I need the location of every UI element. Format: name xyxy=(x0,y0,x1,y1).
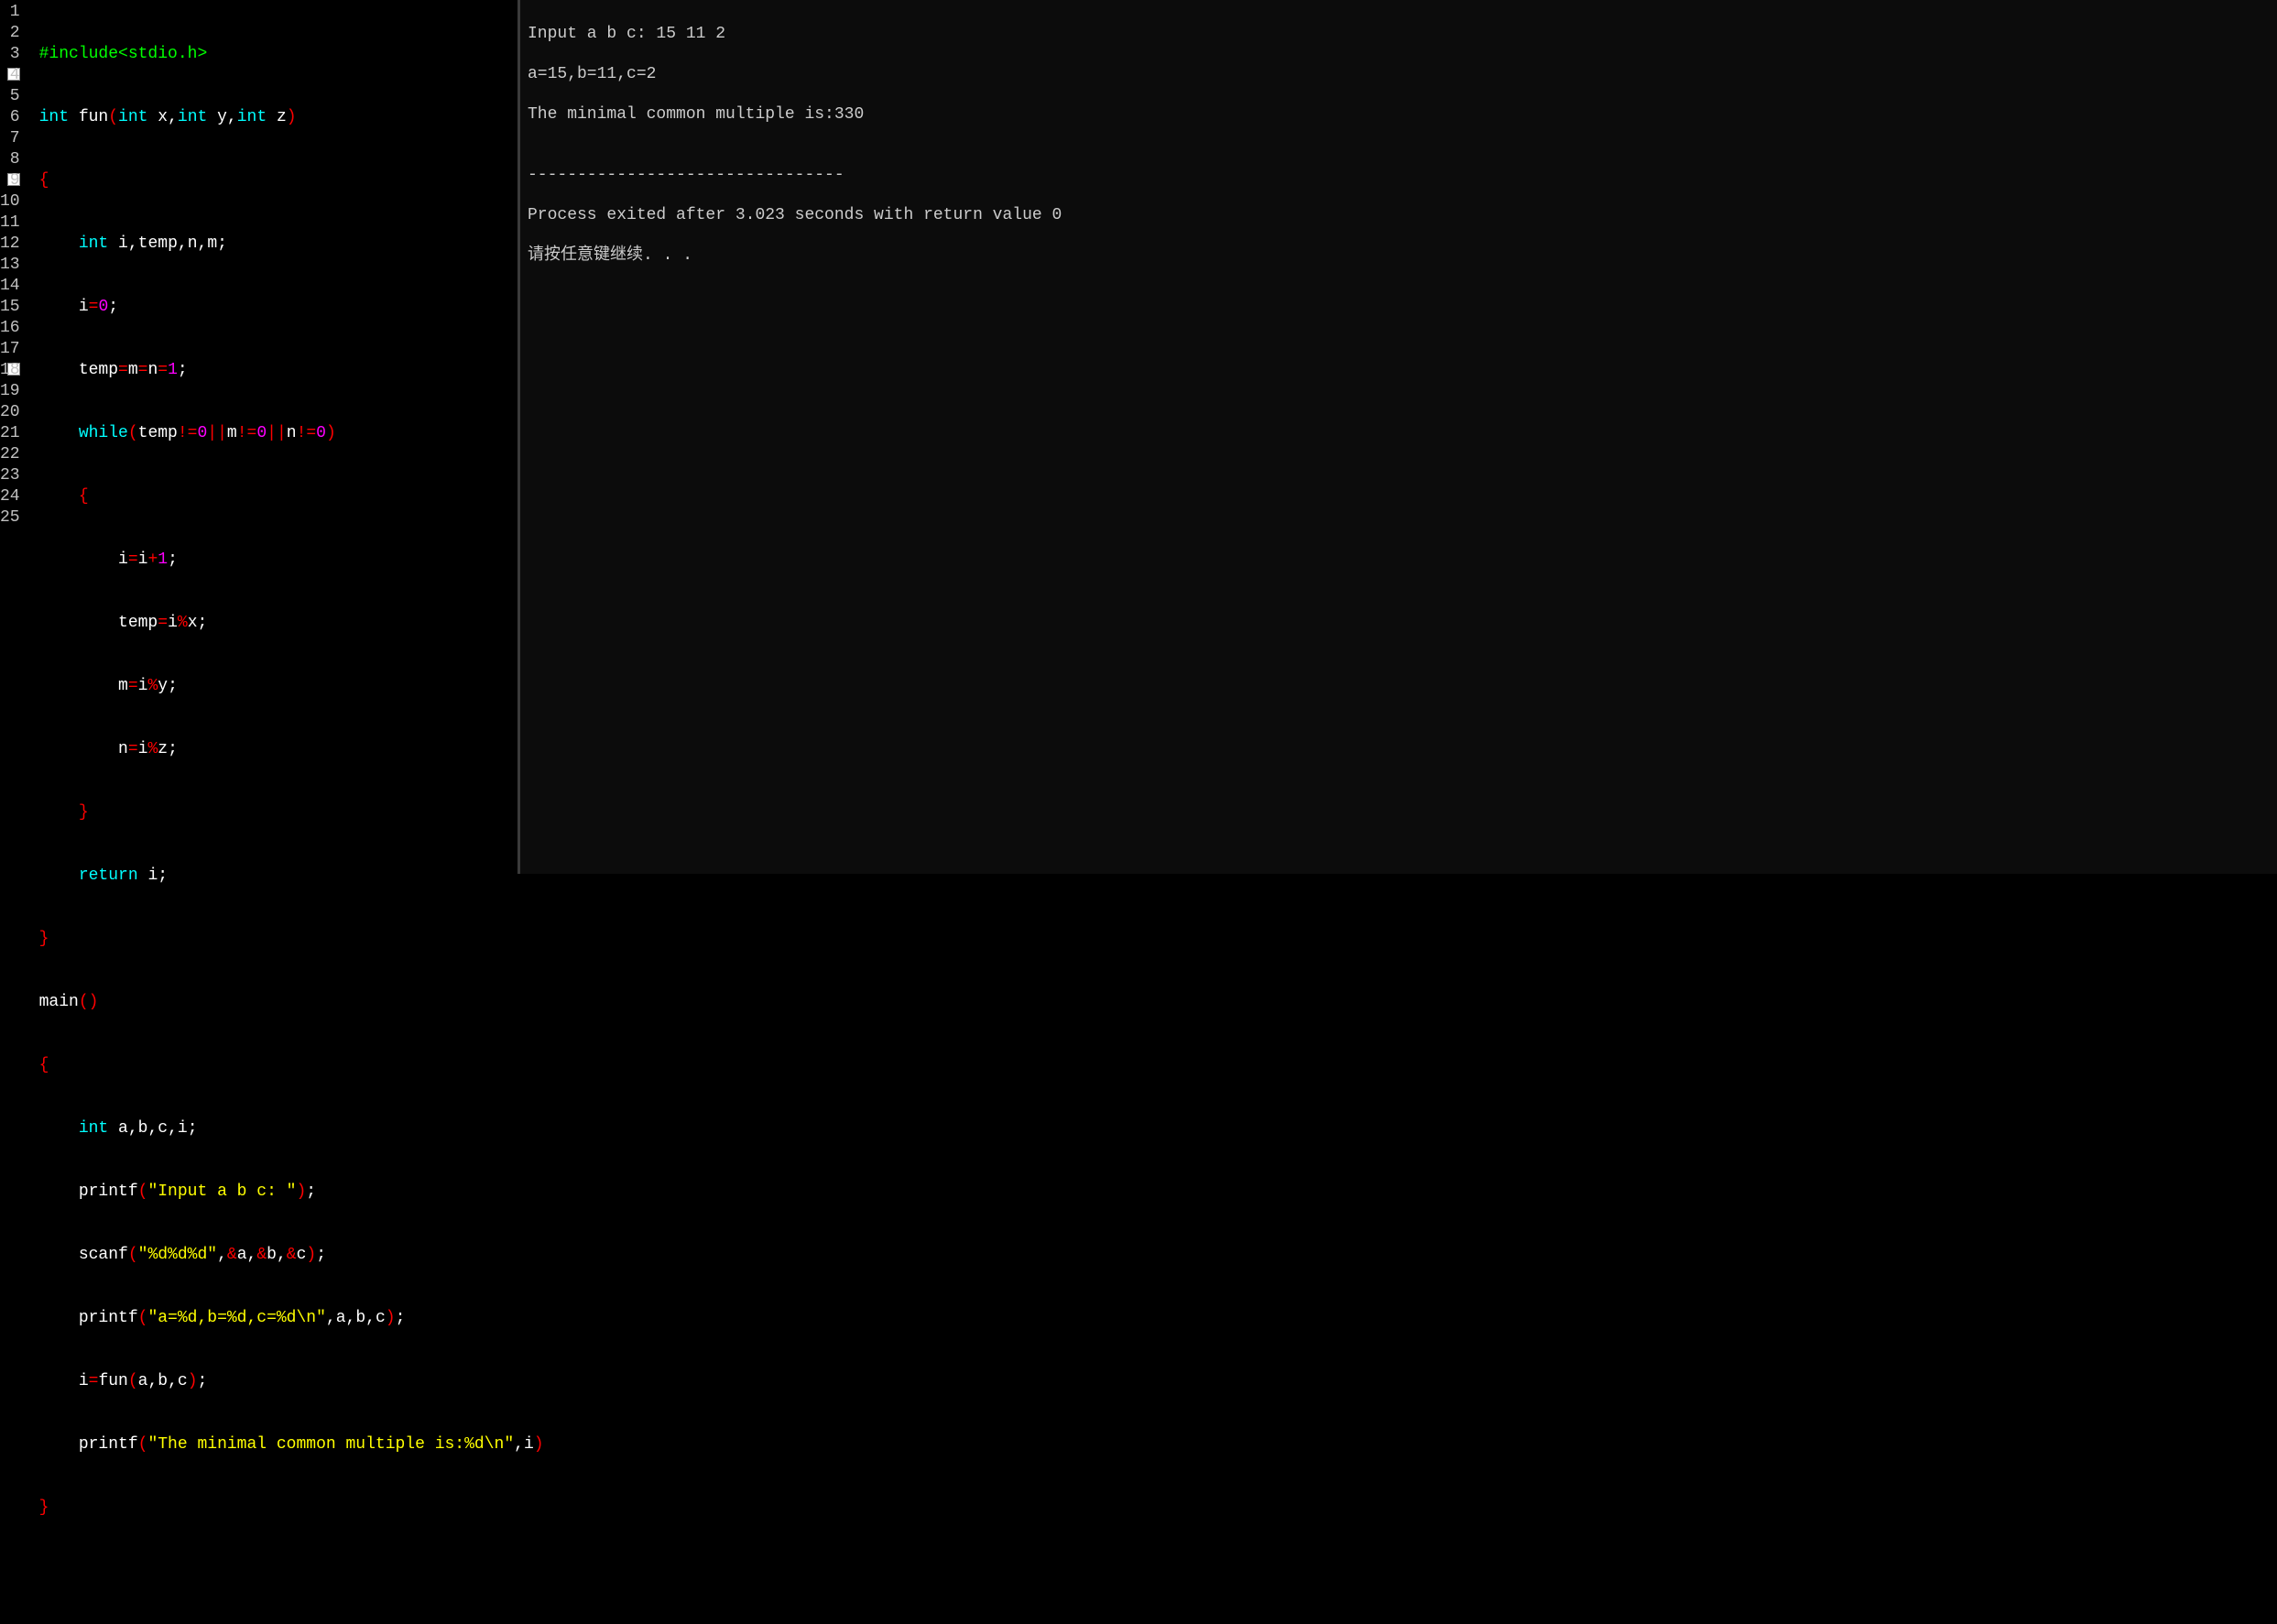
code-line: scanf("%d%d%d",&a,&b,&c); xyxy=(39,1245,544,1266)
code-line: temp=i%x; xyxy=(39,613,544,634)
code-line: } xyxy=(39,1498,544,1519)
line-number[interactable]: 21 xyxy=(0,423,20,444)
line-number[interactable]: 6 xyxy=(0,107,20,128)
code-line: int fun(int x,int y,int z) xyxy=(39,107,544,128)
code-line: printf("a=%d,b=%d,c=%d\n",a,b,c); xyxy=(39,1308,544,1329)
console-line: -------------------------------- xyxy=(528,165,2270,185)
line-number[interactable]: 23 xyxy=(0,465,20,486)
line-number[interactable]: 14 xyxy=(0,276,20,297)
line-number[interactable]: 7 xyxy=(0,128,20,149)
code-line: int i,temp,n,m; xyxy=(39,234,544,255)
code-line: { xyxy=(39,1055,544,1076)
code-line: temp=m=n=1; xyxy=(39,360,544,381)
code-line: i=0; xyxy=(39,297,544,318)
console-line: Input a b c: 15 11 2 xyxy=(528,24,2270,44)
code-line: i=fun(a,b,c); xyxy=(39,1371,544,1392)
code-line: int a,b,c,i; xyxy=(39,1118,544,1139)
line-number[interactable]: 13 xyxy=(0,255,20,276)
console-line: The minimal common multiple is:330 xyxy=(528,104,2270,125)
code-line: n=i%z; xyxy=(39,739,544,760)
code-line: while(temp!=0||m!=0||n!=0) xyxy=(39,423,544,444)
line-number[interactable]: 22 xyxy=(0,444,20,465)
line-number[interactable]: 10 xyxy=(0,191,20,213)
code-line: { xyxy=(39,170,544,191)
gutter: 1234567891011121314151617181920212223242… xyxy=(0,0,26,874)
line-number[interactable]: 2 xyxy=(0,23,20,44)
code-line: printf("Input a b c: "); xyxy=(39,1182,544,1203)
line-number[interactable]: 20 xyxy=(0,402,20,423)
code-line: #include<stdio.h> xyxy=(39,44,544,65)
line-number[interactable]: 1 xyxy=(0,2,20,23)
line-number[interactable]: 5 xyxy=(0,86,20,107)
line-number[interactable]: 19 xyxy=(0,381,20,402)
console-line: a=15,b=11,c=2 xyxy=(528,64,2270,84)
line-number[interactable]: 17 xyxy=(0,339,20,360)
console-output-pane[interactable]: Input a b c: 15 11 2 a=15,b=11,c=2 The m… xyxy=(520,0,2277,874)
line-number[interactable]: 24 xyxy=(0,486,20,507)
code-editor-pane[interactable]: 1234567891011121314151617181920212223242… xyxy=(0,0,518,874)
console-line: 请按任意键继续. . . xyxy=(528,245,2270,266)
code-line xyxy=(39,1561,544,1582)
code-area[interactable]: #include<stdio.h> int fun(int x,int y,in… xyxy=(26,0,544,874)
line-number[interactable]: 9 xyxy=(0,170,20,191)
line-number[interactable]: 16 xyxy=(0,318,20,339)
line-number[interactable]: 4 xyxy=(0,65,20,86)
code-line: i=i+1; xyxy=(39,550,544,571)
code-line: return i; xyxy=(39,866,544,887)
code-line: printf("The minimal common multiple is:%… xyxy=(39,1434,544,1455)
code-line: main() xyxy=(39,992,544,1013)
line-number[interactable]: 25 xyxy=(0,507,20,529)
line-number[interactable]: 12 xyxy=(0,234,20,255)
code-line: } xyxy=(39,802,544,823)
code-line: { xyxy=(39,486,544,507)
console-line: Process exited after 3.023 seconds with … xyxy=(528,205,2270,225)
line-number[interactable]: 15 xyxy=(0,297,20,318)
line-number[interactable]: 18 xyxy=(0,360,20,381)
code-line: m=i%y; xyxy=(39,676,544,697)
line-number[interactable]: 11 xyxy=(0,213,20,234)
line-number[interactable]: 8 xyxy=(0,149,20,170)
code-line: } xyxy=(39,929,544,950)
line-number[interactable]: 3 xyxy=(0,44,20,65)
